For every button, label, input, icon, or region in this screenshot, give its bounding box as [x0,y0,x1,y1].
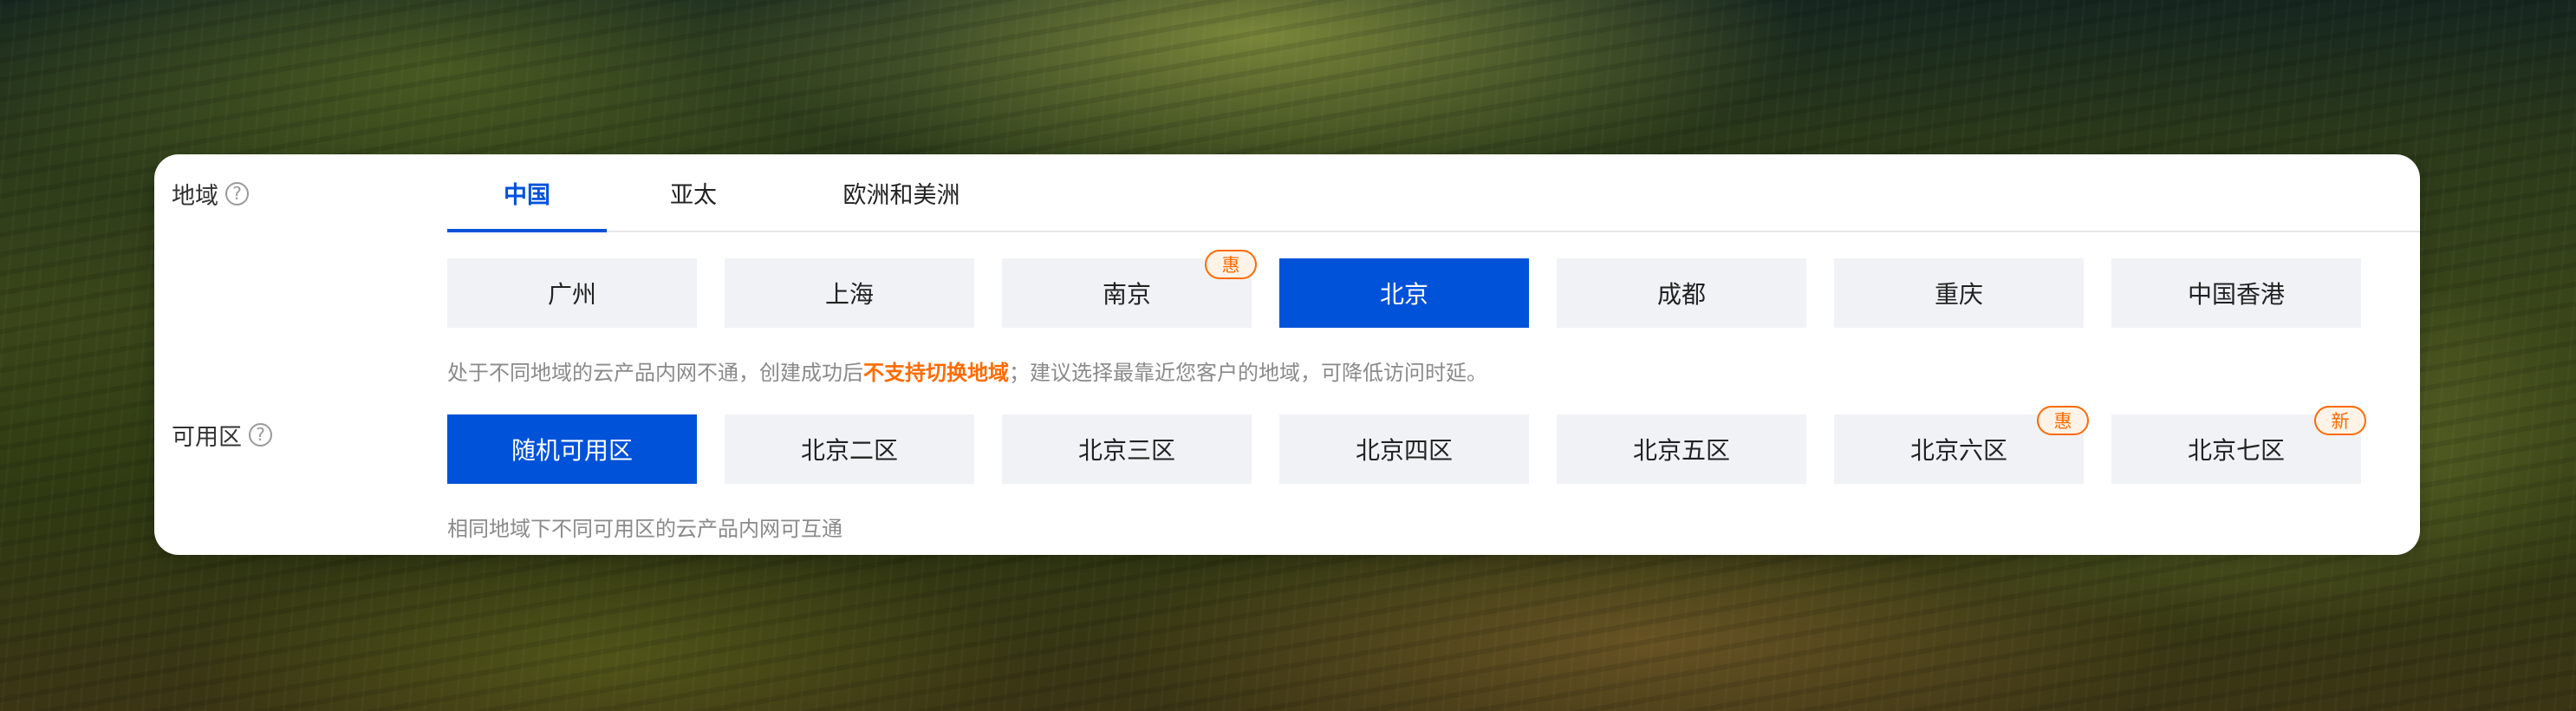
region-tabs: 中国 亚太 欧洲和美洲 [447,154,2420,232]
region-label-text: 地域 [172,182,218,210]
region-option-chengdu[interactable]: 成都 [1557,258,1806,328]
tab-asia-pacific[interactable]: 亚太 [607,154,780,231]
zone-option-beijing-6[interactable]: 北京六区 惠 [1834,406,2089,484]
help-icon[interactable]: ? [225,181,249,205]
zone-label-text: 可用区 [172,423,242,451]
region-option-shanghai[interactable]: 上海 [725,258,974,328]
discount-badge: 惠 [2037,406,2089,435]
region-option-chongqing[interactable]: 重庆 [1834,258,2084,328]
region-option-guangzhou[interactable]: 广州 [447,258,697,328]
region-zone-selector-panel: 地域 ? 中国 亚太 欧洲和美洲 广州 上海 南京 惠 北京 成都 重庆 中国香… [154,154,2420,555]
region-option-hongkong[interactable]: 中国香港 [2111,258,2361,328]
region-hint: 处于不同地域的云产品内网不通，创建成功后不支持切换地域；建议选择最靠近您客户的地… [447,361,1487,385]
help-icon[interactable]: ? [249,422,272,447]
zone-option-beijing-3[interactable]: 北京三区 [1002,414,1252,484]
zone-option-beijing-5[interactable]: 北京五区 [1557,414,1806,484]
region-hint-emphasis: 不支持切换地域 [863,361,1009,385]
zone-hint: 相同地域下不同可用区的云产品内网可互通 [447,517,842,541]
region-option-beijing[interactable]: 北京 [1279,258,1529,328]
region-option-nanjing[interactable]: 南京 惠 [1002,250,1257,328]
tab-europe-americas[interactable]: 欧洲和美洲 [780,154,1023,231]
zone-option-beijing-4[interactable]: 北京四区 [1279,414,1529,484]
zone-option-beijing-2[interactable]: 北京二区 [725,414,974,484]
zone-label: 可用区 ? [172,421,272,451]
zone-option-random[interactable]: 随机可用区 [447,414,697,484]
new-badge: 新 [2314,406,2366,435]
discount-badge: 惠 [1205,250,1257,279]
zone-option-beijing-7[interactable]: 北京七区 新 [2111,406,2366,484]
tab-china[interactable]: 中国 [447,154,607,232]
region-label: 地域 ? [172,180,249,210]
